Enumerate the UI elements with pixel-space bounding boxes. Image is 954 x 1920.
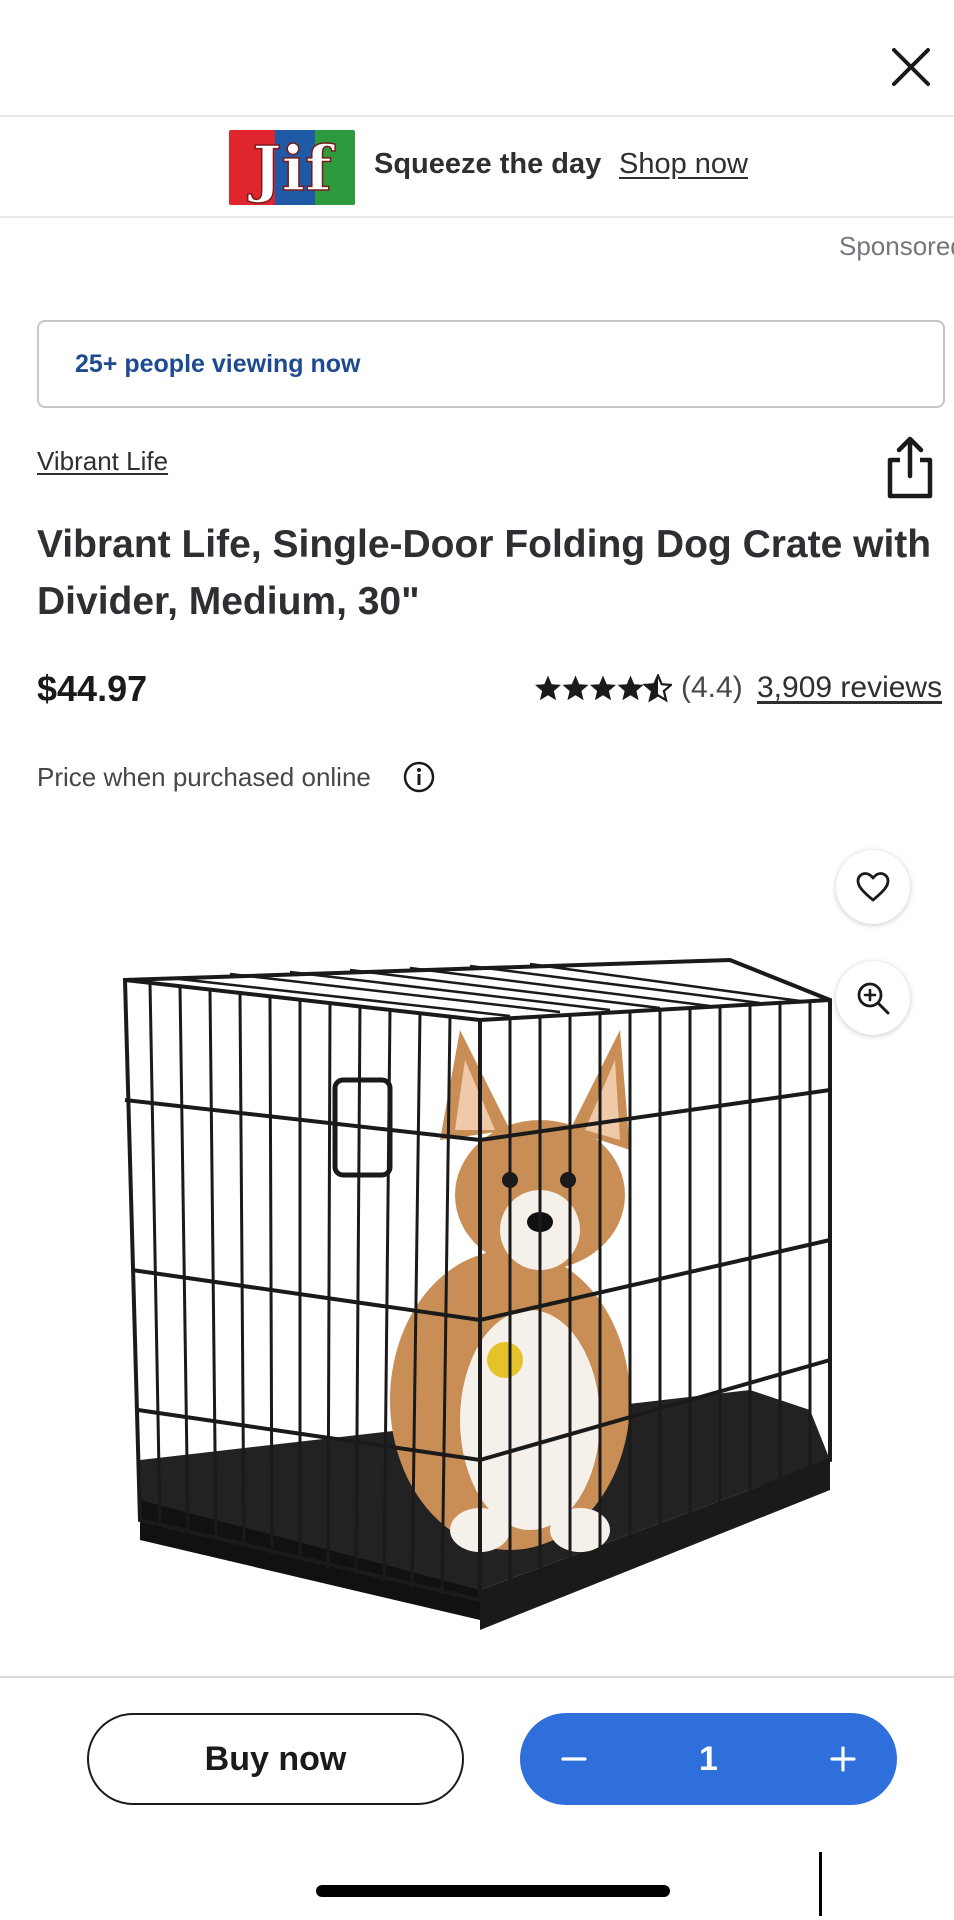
increase-quantity-button[interactable]: [811, 1727, 875, 1791]
zoom-button[interactable]: [836, 961, 910, 1035]
product-price: $44.97: [37, 668, 148, 709]
product-title: Vibrant Life, Single-Door Folding Dog Cr…: [37, 523, 932, 623]
brand-link[interactable]: Vibrant Life: [37, 446, 168, 477]
buy-now-button[interactable]: Buy now: [87, 1713, 464, 1805]
top-divider: [0, 115, 954, 117]
share-button[interactable]: [882, 436, 938, 502]
close-button[interactable]: [880, 36, 942, 98]
share-icon: [887, 436, 933, 499]
viewing-now-text: 25+ people viewing now: [75, 350, 361, 378]
ad-shop-now-link[interactable]: Shop now: [619, 148, 748, 181]
reviews-link[interactable]: 3,909 reviews: [757, 671, 942, 705]
star-full-4: [617, 675, 644, 701]
decrease-quantity-button[interactable]: [542, 1727, 606, 1791]
ad-tagline: Squeeze the day: [374, 148, 602, 180]
ad-divider: [0, 216, 954, 218]
home-indicator[interactable]: [316, 1885, 670, 1897]
viewing-now-banner: 25+ people viewing now: [37, 320, 945, 408]
star-full-2: [562, 675, 589, 701]
svg-text:Jif: Jif: [247, 132, 335, 205]
quantity-stepper[interactable]: 1: [520, 1713, 897, 1805]
product-image[interactable]: [110, 940, 900, 1660]
price-note: Price when purchased online: [37, 762, 371, 792]
minus-icon: [561, 1757, 587, 1761]
jif-logo[interactable]: Jif: [229, 130, 355, 205]
heart-icon: [856, 872, 890, 902]
close-icon: [892, 48, 930, 86]
plus-icon: [830, 1746, 856, 1772]
text-cursor: [819, 1852, 822, 1916]
zoom-in-icon: [857, 982, 890, 1015]
star-full-3: [590, 675, 616, 701]
star-rating: [534, 674, 673, 704]
favorite-button[interactable]: [836, 850, 910, 924]
sponsored-label: Sponsored: [839, 231, 954, 261]
star-full-1: [535, 675, 561, 701]
info-icon[interactable]: [403, 761, 435, 793]
star-half-5: [643, 674, 673, 702]
rating-value: (4.4): [681, 671, 743, 704]
bottom-divider: [0, 1676, 954, 1678]
